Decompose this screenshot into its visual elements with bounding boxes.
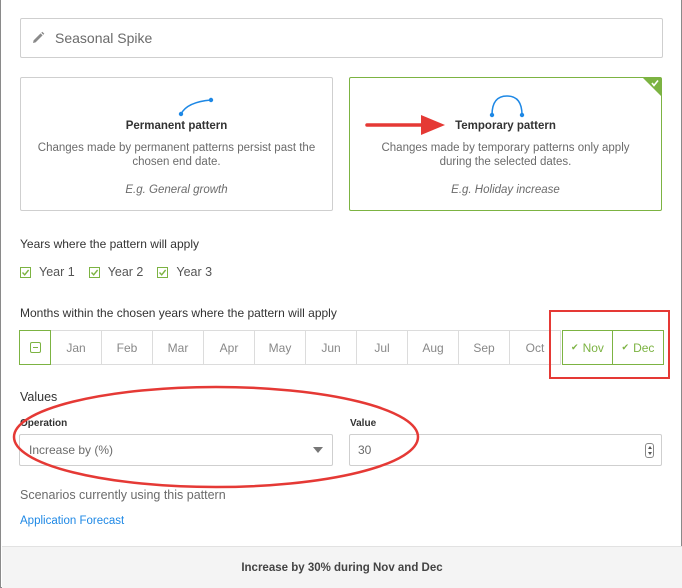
number-spinner-icon[interactable] [645,443,654,458]
pattern-editor-panel: Permanent pattern Changes made by perman… [0,0,682,588]
month-button-sep[interactable]: Sep [459,330,510,365]
month-button-jul[interactable]: Jul [357,330,408,365]
scenarios-label: Scenarios currently using this pattern [20,488,226,502]
temporary-pattern-description: Changes made by temporary patterns only … [381,142,630,168]
year-3-checkbox[interactable]: Year 3 [157,265,212,279]
pattern-summary-footer: Increase by 30% during Nov and Dec [2,546,682,588]
annotation-arrow-icon [365,115,445,135]
year-1-label: Year 1 [39,265,75,279]
pattern-name-input[interactable] [55,30,635,46]
year-1-checkbox[interactable]: Year 1 [20,265,75,279]
month-button-jan[interactable]: Jan [51,330,102,365]
permanent-curve-icon [178,97,214,117]
pattern-name-field[interactable] [20,18,663,58]
minus-checkbox-icon [29,342,41,353]
months-label: Months within the chosen years where the… [20,306,337,320]
month-button-mar[interactable]: Mar [153,330,204,365]
permanent-pattern-title: Permanent pattern [125,120,228,132]
year-2-label: Year 2 [107,265,144,279]
scenario-link[interactable]: Application Forecast [20,515,124,527]
permanent-pattern-example: E.g. General growth [125,184,228,196]
month-button-apr[interactable]: Apr [204,330,255,365]
permanent-pattern-card[interactable]: Permanent pattern Changes made by perman… [20,77,333,211]
year-2-checkbox[interactable]: Year 2 [88,265,144,279]
pencil-icon [31,30,47,46]
month-button-may[interactable]: May [255,330,306,365]
month-button-aug[interactable]: Aug [408,330,459,365]
years-checkbox-group: Year 1 Year 2 Year 3 [20,265,212,279]
checkbox-checked-icon [157,266,169,278]
annotation-ellipse [12,385,420,489]
temporary-pattern-card[interactable]: Temporary pattern Changes made by tempor… [349,77,662,211]
deselect-all-months-toggle[interactable] [19,330,51,365]
year-3-label: Year 3 [176,265,213,279]
month-button-jun[interactable]: Jun [306,330,357,365]
checkbox-checked-icon [88,266,100,278]
month-button-feb[interactable]: Feb [102,330,153,365]
permanent-pattern-description: Changes made by permanent patterns persi… [37,142,316,168]
annotation-highlight-box [549,310,670,379]
temporary-pattern-example: E.g. Holiday increase [451,184,560,196]
years-label: Years where the pattern will apply [20,237,199,251]
checkbox-checked-icon [20,266,31,278]
selected-check-icon [643,78,661,96]
pattern-summary-text: Increase by 30% during Nov and Dec [241,561,443,574]
